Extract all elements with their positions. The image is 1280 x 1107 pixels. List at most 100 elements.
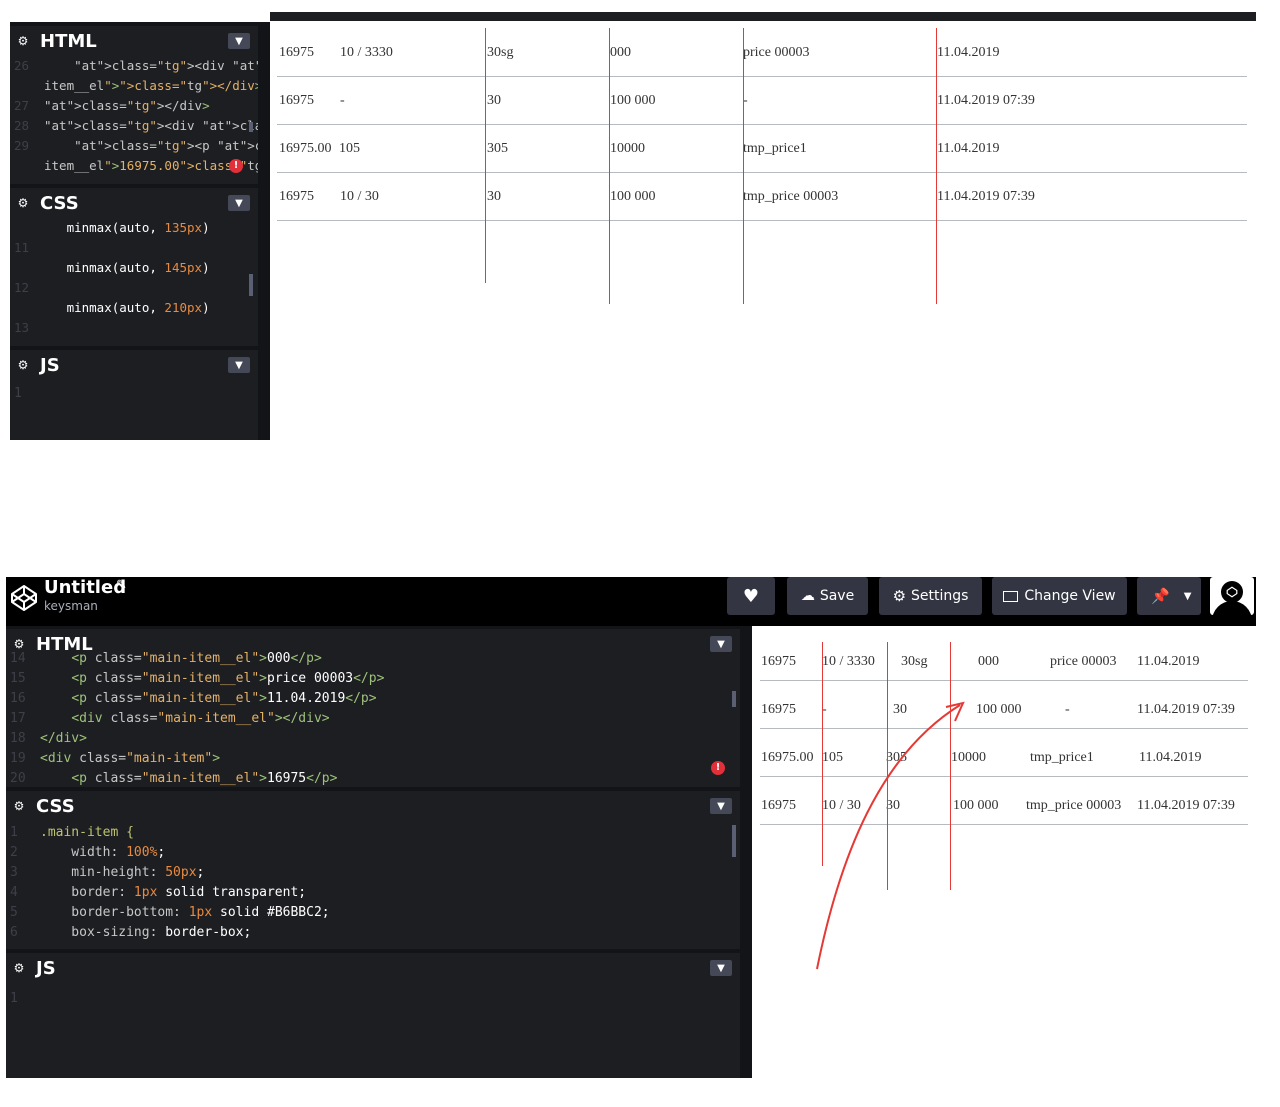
code-line: 6 box-sizing: border-box;	[6, 923, 740, 943]
code-line: 1 .main-item {	[6, 823, 740, 843]
css-property: width:	[40, 845, 127, 860]
table-cell: 000	[978, 654, 999, 669]
table-cell: price 00003	[1050, 654, 1117, 669]
code-text: <p class="main-item__el">16975</p>	[71, 771, 338, 786]
scrollbar[interactable]	[732, 825, 736, 857]
gear-icon: ⚙	[892, 587, 907, 605]
js-pane: ⚙ JS ▼ 1	[6, 953, 740, 1078]
chevron-down-icon[interactable]: ▼	[228, 33, 250, 49]
table-cell: 16975	[279, 93, 314, 108]
line-number: 15	[10, 671, 26, 686]
scrollbar[interactable]	[249, 122, 253, 132]
code-text: "at">class="tg"><div "at">class="main-	[74, 58, 258, 73]
editor-column: ⚙ HTML ▼ 26 "at">class="tg"><div "at">cl…	[10, 22, 270, 440]
table-cell: tmp_price 00003	[743, 189, 839, 204]
table-cell: 11.04.2019 07:39	[1137, 702, 1235, 717]
css-value: ;	[157, 845, 166, 860]
chevron-down-icon[interactable]: ▼	[228, 357, 250, 373]
line-number: 19	[10, 751, 26, 766]
code-fn: minmax(auto,	[44, 260, 165, 275]
line-number: 18	[10, 731, 26, 746]
chevron-down-icon[interactable]: ▼	[710, 636, 732, 652]
css-pane-header: ⚙ CSS ▼	[10, 188, 258, 218]
pin-button[interactable]: 📌 ▼	[1137, 577, 1201, 615]
js-code[interactable]: 1	[6, 983, 740, 1009]
html-code[interactable]: 14 <p class="main-item__el">000</p> 15 <p…	[6, 649, 740, 787]
html-pane: ⚙ HTML ▼ 26 "at">class="tg"><div "at">cl…	[10, 26, 258, 184]
table-cell: tmp_price1	[743, 141, 807, 156]
table-cell: 16975	[279, 45, 314, 60]
code-fn: minmax(auto,	[44, 300, 165, 315]
table-cell: price 00003	[743, 45, 810, 60]
line-number: 28	[14, 118, 30, 133]
settings-label: Settings	[911, 588, 969, 604]
chevron-down-icon[interactable]: ▼	[228, 195, 250, 211]
gear-icon[interactable]: ⚙	[10, 961, 28, 975]
top-screenshot: ⚙ HTML ▼ 26 "at">class="tg"><div "at">cl…	[0, 0, 1280, 450]
js-code[interactable]: 1	[10, 380, 258, 404]
code-line: 15 <p class="main-item__el">price 00003<…	[6, 669, 740, 689]
css-value: solid transparent;	[157, 885, 307, 900]
html-code[interactable]: 26 "at">class="tg"><div "at">class="main…	[10, 56, 258, 176]
table-cell: tmp_price 00003	[1026, 798, 1122, 813]
js-pane-header: ⚙ JS ▼	[6, 953, 740, 983]
error-icon[interactable]: !	[711, 761, 725, 775]
edit-pencil-icon[interactable]: ✎	[116, 578, 127, 593]
code-punct: )	[202, 220, 210, 235]
code-text: </div>	[40, 731, 87, 746]
line-number: 17	[10, 711, 26, 726]
scrollbar[interactable]	[249, 274, 253, 296]
line-number: 2	[10, 845, 18, 860]
css-pane: ⚙ CSS ▼ 1 .main-item {2 width: 100%; 3 min…	[6, 791, 740, 949]
table-cell: 305	[487, 141, 508, 156]
line-number: 4	[10, 885, 18, 900]
line-number: 11	[14, 240, 30, 255]
table-cell: 10 / 3330	[340, 45, 393, 60]
chevron-down-icon[interactable]: ▼	[710, 960, 732, 976]
save-button[interactable]: ☁ Save	[787, 577, 868, 615]
gear-icon[interactable]: ⚙	[14, 34, 32, 48]
codepen-logo-icon[interactable]	[9, 583, 39, 613]
avatar[interactable]	[1210, 577, 1254, 615]
css-number: 50px	[165, 865, 197, 880]
code-line: 11	[10, 238, 258, 258]
table-cell: 11.04.2019 07:39	[937, 93, 1035, 108]
css-property: border:	[40, 885, 134, 900]
table-row: 16975.00 105 305 10000 tmp_price1 11.04.2019	[277, 124, 1247, 173]
css-code[interactable]: 1 .main-item {2 width: 100%; 3 min-height:…	[6, 821, 740, 943]
code-text: <p class="main-item__el">11.04.2019</p>	[71, 691, 377, 706]
red-guide-line	[743, 28, 744, 304]
chevron-down-icon[interactable]: ▼	[710, 798, 732, 814]
table-cell: 10 / 30	[340, 189, 379, 204]
css-property: border-bottom:	[40, 905, 189, 920]
heart-button[interactable]: ♥	[727, 577, 775, 615]
table-cell: 11.04.2019	[937, 141, 1000, 156]
table-cell: 100 000	[610, 93, 656, 108]
table-cell: 30	[487, 189, 501, 204]
gear-icon[interactable]: ⚙	[10, 799, 28, 813]
error-icon[interactable]: !	[229, 159, 243, 173]
code-line: item__el">">class="tg"></div>	[10, 76, 258, 96]
code-line: 3 min-height: 50px;	[6, 863, 740, 883]
pane-title: JS	[40, 354, 60, 376]
line-number: 20	[10, 771, 26, 786]
code-number: 210px	[164, 300, 203, 315]
table-cell: 30sg	[901, 654, 928, 669]
pane-title: CSS	[40, 192, 79, 214]
html-pane-header: ⚙ HTML ▼	[10, 26, 258, 56]
settings-button[interactable]: ⚙ Settings	[879, 577, 982, 615]
code-number: 135px	[164, 220, 203, 235]
preview-panel: 16975 10 / 3330 30sg 000 price 00003 11.04.20…	[270, 22, 1256, 322]
gear-icon[interactable]: ⚙	[14, 358, 32, 372]
gear-icon[interactable]: ⚙	[14, 196, 32, 210]
table-cell: 30sg	[487, 45, 514, 60]
css-code[interactable]: minmax(auto, 135px) 11 minmax(auto, 145px…	[10, 218, 258, 338]
change-view-button[interactable]: Change View	[992, 577, 1127, 615]
code-line: 13	[10, 318, 258, 338]
scrollbar[interactable]	[732, 691, 736, 707]
line-number: 6	[10, 925, 18, 940]
chevron-down-icon: ▼	[1183, 590, 1192, 602]
js-pane: ⚙ JS ▼ 1	[10, 350, 258, 440]
pen-user[interactable]: keysman	[44, 599, 98, 613]
pen-title[interactable]: Untitled	[44, 577, 126, 598]
